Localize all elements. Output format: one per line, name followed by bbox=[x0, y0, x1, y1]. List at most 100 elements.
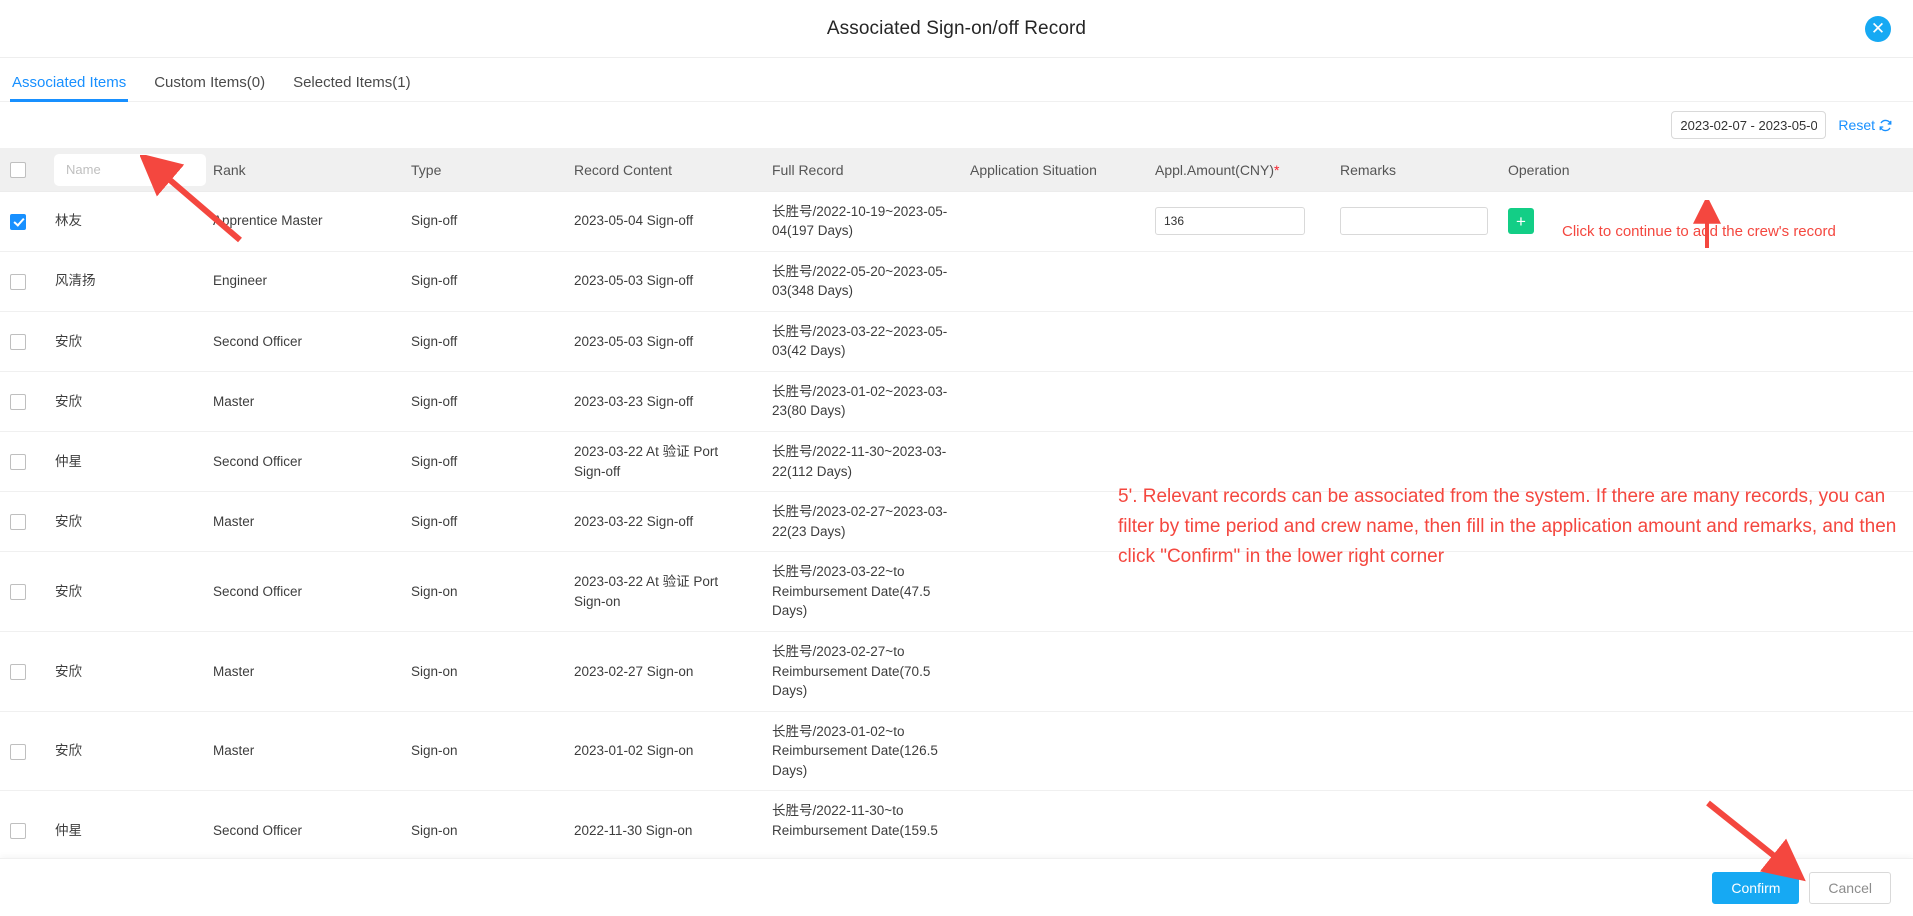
remarks-input[interactable] bbox=[1340, 207, 1488, 236]
cell-application-situation bbox=[960, 191, 1145, 252]
row-checkbox[interactable] bbox=[10, 454, 26, 471]
cell-rank: Master bbox=[203, 491, 401, 553]
column-header-application-situation: Application Situation bbox=[960, 149, 1145, 192]
cell-rank: Master bbox=[203, 371, 401, 433]
cell-rank: Master bbox=[203, 711, 401, 792]
cell-record-content: 2023-05-04 Sign-off bbox=[564, 191, 762, 252]
cell-name: 仲星 bbox=[45, 431, 203, 493]
cell-full-record: 长胜号/2022-11-30~to Reimbursement Date(159… bbox=[762, 790, 960, 840]
cell-record-content: 2023-02-27 Sign-on bbox=[564, 631, 762, 712]
tab-associated-items[interactable]: Associated Items bbox=[10, 74, 129, 102]
cell-application-situation bbox=[960, 790, 1145, 840]
cell-type: Sign-off bbox=[401, 491, 564, 553]
row-select-cell bbox=[0, 251, 45, 312]
row-select-cell bbox=[0, 491, 45, 553]
row-select-cell bbox=[0, 311, 45, 372]
cell-appl-amount bbox=[1145, 431, 1330, 493]
cell-remarks bbox=[1330, 311, 1498, 372]
cell-remarks bbox=[1330, 191, 1498, 252]
row-checkbox[interactable] bbox=[10, 333, 26, 350]
cell-record-content: 2023-03-23 Sign-off bbox=[564, 371, 762, 433]
table-row[interactable]: 安欣 Second Officer Sign-off 2023-05-03 Sign-… bbox=[0, 311, 1913, 372]
appl-amount-label: Appl.Amount(CNY) bbox=[1155, 161, 1275, 178]
cell-rank: Second Officer bbox=[203, 311, 401, 372]
cancel-button[interactable]: Cancel bbox=[1809, 871, 1891, 904]
cell-type: Sign-on bbox=[401, 551, 564, 632]
cell-full-record: 长胜号/2023-03-22~to Reimbursement Date(47.… bbox=[762, 551, 960, 632]
cell-remarks bbox=[1330, 551, 1498, 632]
table-row[interactable]: 安欣 Master Sign-off 2023-03-22 Sign-off 长胜号/2… bbox=[0, 491, 1913, 553]
cell-remarks bbox=[1330, 491, 1498, 553]
cell-appl-amount bbox=[1145, 491, 1330, 553]
tab-selected-items[interactable]: Selected Items(1) bbox=[291, 74, 413, 101]
dialog-footer: Confirm Cancel bbox=[0, 858, 1913, 916]
select-all-checkbox[interactable] bbox=[10, 162, 26, 179]
cell-record-content: 2023-05-03 Sign-off bbox=[564, 311, 762, 372]
row-checkbox[interactable] bbox=[10, 743, 26, 760]
cell-name: 安欣 bbox=[45, 311, 203, 372]
cell-type: Sign-off bbox=[401, 311, 564, 372]
column-header-rank: Rank bbox=[203, 149, 401, 192]
reset-button[interactable]: Reset bbox=[1838, 117, 1893, 133]
records-table-container[interactable]: Rank Type Record Content Full Record App… bbox=[0, 148, 1913, 840]
cell-application-situation bbox=[960, 371, 1145, 433]
add-record-button[interactable]: + bbox=[1508, 208, 1534, 235]
name-search-input[interactable] bbox=[55, 154, 205, 185]
cell-operation bbox=[1498, 491, 1913, 553]
close-icon[interactable]: ✕ bbox=[1865, 15, 1891, 42]
tab-custom-items[interactable]: Custom Items(0) bbox=[152, 74, 267, 101]
cell-operation bbox=[1498, 251, 1913, 312]
row-select-cell bbox=[0, 371, 45, 433]
cell-application-situation bbox=[960, 311, 1145, 372]
table-row[interactable]: 仲星 Second Officer Sign-on 2022-11-30 Sign-o… bbox=[0, 790, 1913, 840]
table-header: Rank Type Record Content Full Record App… bbox=[0, 149, 1913, 192]
cell-operation: + bbox=[1498, 191, 1913, 252]
cell-remarks bbox=[1330, 790, 1498, 840]
table-row[interactable]: 风清扬 Engineer Sign-off 2023-05-03 Sign-off 长胜… bbox=[0, 251, 1913, 312]
cell-name: 仲星 bbox=[45, 790, 203, 840]
row-select-cell bbox=[0, 191, 45, 252]
cell-name: 林友 bbox=[45, 191, 203, 252]
table-row[interactable]: 林友 Apprentice Master Sign-off 2023-05-04 Si… bbox=[0, 191, 1913, 252]
column-header-full-record: Full Record bbox=[762, 149, 960, 192]
cell-record-content: 2023-01-02 Sign-on bbox=[564, 711, 762, 792]
row-select-cell bbox=[0, 711, 45, 792]
cell-name: 安欣 bbox=[45, 631, 203, 712]
cell-application-situation bbox=[960, 251, 1145, 312]
cell-type: Sign-off bbox=[401, 431, 564, 493]
cell-rank: Second Officer bbox=[203, 431, 401, 493]
cell-appl-amount bbox=[1145, 711, 1330, 792]
cell-rank: Second Officer bbox=[203, 790, 401, 840]
appl-amount-input[interactable] bbox=[1155, 207, 1305, 236]
row-checkbox[interactable] bbox=[10, 273, 26, 290]
cell-remarks bbox=[1330, 711, 1498, 792]
row-checkbox[interactable] bbox=[10, 663, 26, 680]
cell-application-situation bbox=[960, 711, 1145, 792]
row-checkbox[interactable] bbox=[10, 584, 26, 601]
cell-appl-amount bbox=[1145, 790, 1330, 840]
filter-bar: Reset bbox=[0, 102, 1913, 148]
row-select-cell bbox=[0, 790, 45, 840]
cell-name: 安欣 bbox=[45, 551, 203, 632]
cell-full-record: 长胜号/2023-01-02~2023-03-23(80 Days) bbox=[762, 371, 960, 433]
select-all-header bbox=[0, 149, 45, 192]
confirm-button[interactable]: Confirm bbox=[1712, 871, 1800, 904]
table-row[interactable]: 仲星 Second Officer Sign-off 2023-03-22 At 验证… bbox=[0, 431, 1913, 493]
cell-application-situation bbox=[960, 551, 1145, 632]
row-checkbox[interactable] bbox=[10, 823, 26, 840]
cell-operation bbox=[1498, 431, 1913, 493]
table-row[interactable]: 安欣 Master Sign-on 2023-01-02 Sign-on 长胜号/202… bbox=[0, 711, 1913, 792]
cell-name: 安欣 bbox=[45, 371, 203, 433]
associated-record-dialog: Associated Sign-on/off Record ✕ Associat… bbox=[0, 0, 1913, 916]
cell-application-situation bbox=[960, 491, 1145, 553]
table-row[interactable]: 安欣 Second Officer Sign-on 2023-03-22 At 验证 … bbox=[0, 551, 1913, 632]
date-range-input[interactable] bbox=[1671, 111, 1827, 139]
row-checkbox[interactable] bbox=[10, 394, 26, 411]
cell-operation bbox=[1498, 790, 1913, 840]
row-checkbox[interactable] bbox=[10, 213, 26, 230]
table-row[interactable]: 安欣 Master Sign-on 2023-02-27 Sign-on 长胜号/202… bbox=[0, 631, 1913, 712]
table-row[interactable]: 安欣 Master Sign-off 2023-03-23 Sign-off 长胜号/2… bbox=[0, 371, 1913, 433]
row-checkbox[interactable] bbox=[10, 514, 26, 531]
column-header-operation: Operation bbox=[1498, 149, 1913, 192]
cell-remarks bbox=[1330, 631, 1498, 712]
